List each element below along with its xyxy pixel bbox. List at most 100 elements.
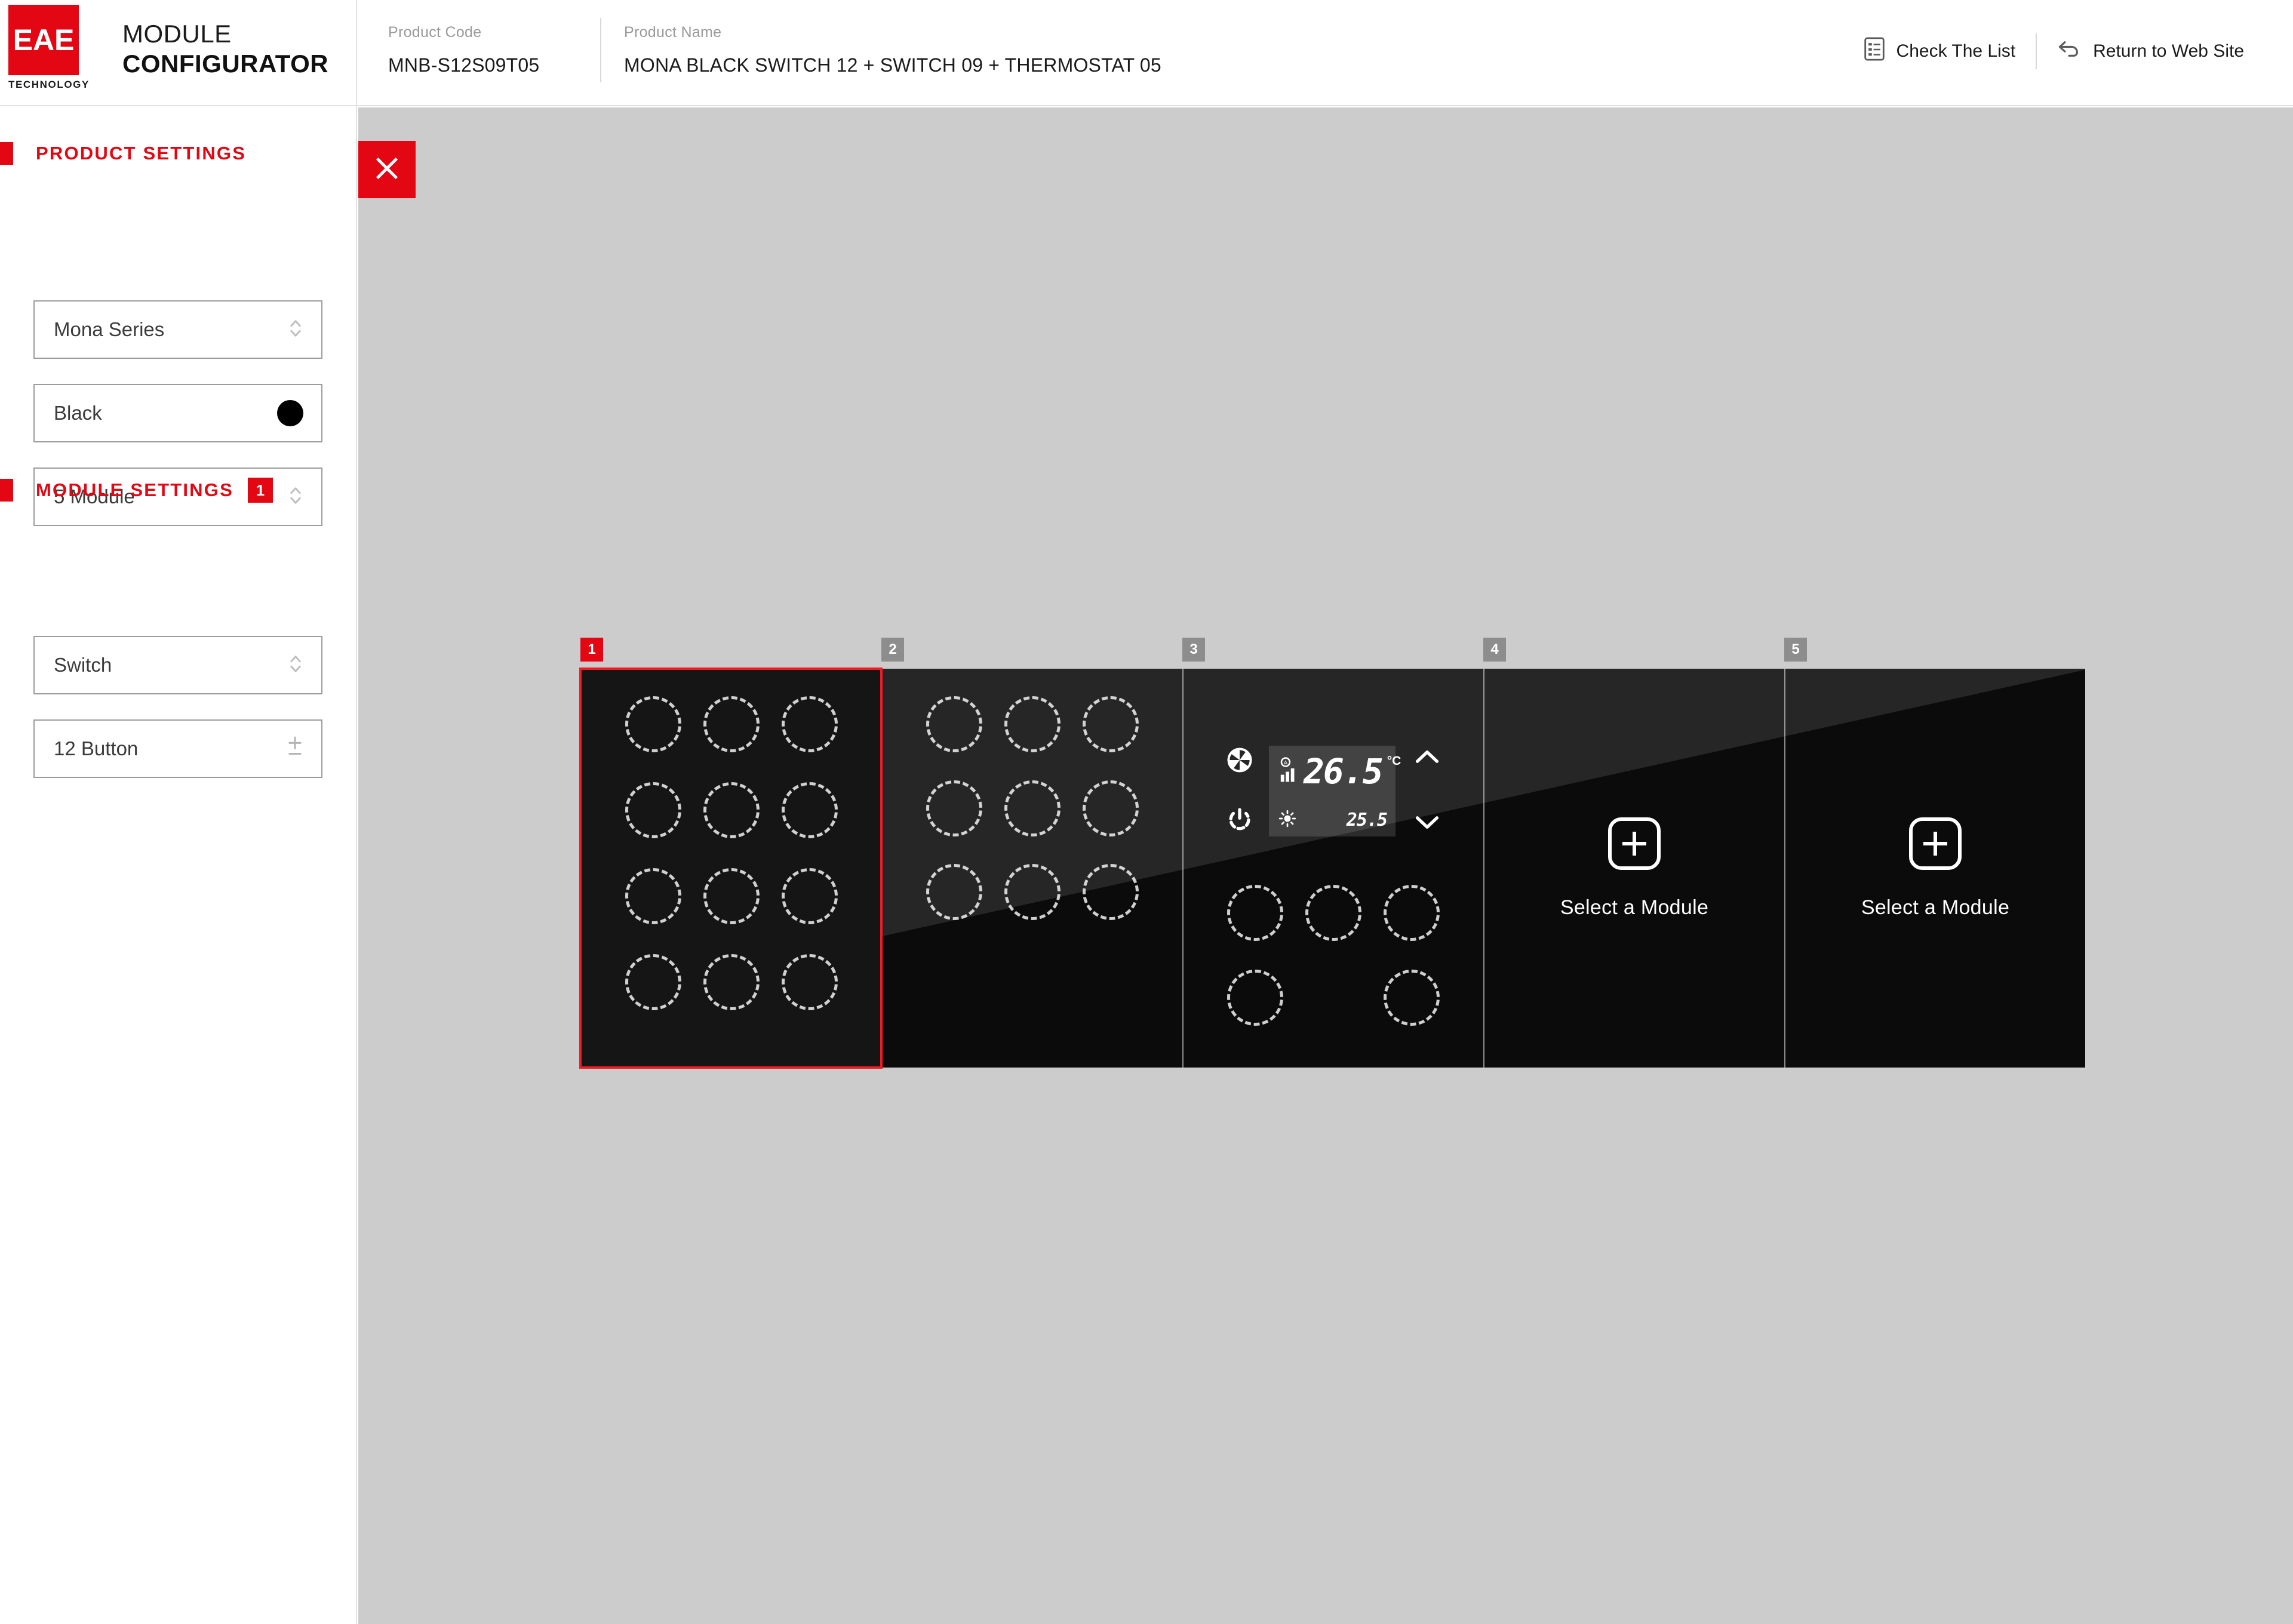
product-code-group: Product Code MNB-S12S09T05 xyxy=(388,24,539,76)
switch-button-grid-12 xyxy=(582,669,881,1068)
switch-button[interactable] xyxy=(782,954,838,1010)
switch-button[interactable] xyxy=(703,782,760,838)
switch-button[interactable] xyxy=(1083,780,1139,836)
module-badge-4[interactable]: 4 xyxy=(1483,638,1506,662)
switch-button[interactable] xyxy=(1083,696,1139,752)
product-series-value: Mona Series xyxy=(54,318,165,340)
switch-button[interactable] xyxy=(926,864,982,921)
switch-button[interactable] xyxy=(926,780,982,836)
switch-button[interactable] xyxy=(1227,885,1283,941)
switch-button[interactable] xyxy=(703,696,760,752)
module-settings-title: MODULE SETTINGS xyxy=(36,479,233,500)
plus-minus-stepper-icon xyxy=(287,734,303,764)
lcd-setpoint-row: 25.5 xyxy=(1278,810,1388,831)
check-the-list-button[interactable]: Check The List xyxy=(1844,35,2036,68)
switch-button[interactable] xyxy=(782,782,838,838)
module-panel-4[interactable]: Select a Module xyxy=(1483,669,1784,1068)
thermostat-current-temp: 26.5 xyxy=(1304,751,1384,792)
brand-logo: EAE TECHNOLOGY xyxy=(0,0,90,105)
product-settings-header: PRODUCT SETTINGS xyxy=(0,142,246,165)
switch-button-grid-9 xyxy=(883,669,1182,1068)
module-panel-5[interactable]: Select a Module xyxy=(1784,669,2085,1068)
switch-button[interactable] xyxy=(1004,696,1061,752)
switch-button[interactable] xyxy=(625,868,681,924)
module-panel-2[interactable] xyxy=(881,669,1182,1068)
switch-button[interactable] xyxy=(1004,780,1061,836)
plus-icon xyxy=(1608,817,1661,870)
product-code-label: Product Code xyxy=(388,24,482,41)
product-series-select[interactable]: Mona Series xyxy=(33,300,322,359)
module-badge-3[interactable]: 3 xyxy=(1182,638,1205,662)
select-module-placeholder-4[interactable]: Select a Module xyxy=(1484,669,1784,1068)
switch-button[interactable] xyxy=(1227,970,1283,1026)
switch-button[interactable] xyxy=(1305,885,1361,941)
header-actions: Check The List Return to Web Site xyxy=(1844,33,2264,69)
module-column-4: 4 Select a Module xyxy=(1483,638,1784,1068)
undo-arrow-icon xyxy=(2057,39,2081,64)
module-type-value: Switch xyxy=(54,654,112,676)
auto-fan-speed-icon: A xyxy=(1278,757,1299,786)
switch-button[interactable] xyxy=(703,868,760,924)
return-to-website-label: Return to Web Site xyxy=(2093,41,2244,61)
sun-icon xyxy=(1278,810,1296,831)
product-color-value: Black xyxy=(54,402,102,424)
module-column-1: 1 xyxy=(579,638,883,1069)
page-title-line1: MODULE xyxy=(122,20,232,48)
module-settings-header: MODULE SETTINGS 1 xyxy=(0,478,273,503)
settings-sidebar: PRODUCT SETTINGS Mona Series Black 5 Mod… xyxy=(0,106,357,1624)
thermostat-adjust-buttons xyxy=(1413,746,1441,836)
logo-text: EAE xyxy=(13,23,75,57)
select-module-label: Select a Module xyxy=(1560,896,1709,919)
eae-logo-mark: EAE xyxy=(8,5,79,75)
close-button[interactable] xyxy=(358,141,416,198)
module-panel-3[interactable]: A 26.5 °C 25.5 xyxy=(1182,669,1483,1068)
switch-button[interactable] xyxy=(1384,970,1440,1026)
logo-subtitle: TECHNOLOGY xyxy=(8,79,90,90)
product-name-group: Product Name MONA BLACK SWITCH 12 + SWIT… xyxy=(624,24,1161,76)
svg-text:A: A xyxy=(1284,760,1288,767)
preview-canvas: 1 2 3 A 26.5 °C 25.5 4 Select a Module 5… xyxy=(358,107,2293,1624)
switch-button[interactable] xyxy=(625,954,681,1010)
module-badge-1[interactable]: 1 xyxy=(580,638,603,662)
module-badge-2[interactable]: 2 xyxy=(881,638,904,662)
lcd-current-row: A 26.5 °C xyxy=(1278,751,1401,792)
product-name-value: MONA BLACK SWITCH 12 + SWITCH 09 + THERM… xyxy=(624,54,1161,76)
switch-button[interactable] xyxy=(625,782,681,838)
thermostat-set-temp: 25.5 xyxy=(1346,810,1388,831)
select-module-placeholder-5[interactable]: Select a Module xyxy=(1785,669,2085,1068)
switch-button-placeholder xyxy=(1305,970,1361,1026)
chevron-up-icon[interactable] xyxy=(1413,746,1441,770)
fan-icon[interactable] xyxy=(1226,746,1253,777)
module-button-count-value: 12 Button xyxy=(54,737,139,759)
thermostat-side-icons xyxy=(1226,746,1253,836)
color-swatch xyxy=(277,400,303,426)
module-settings-badge: 1 xyxy=(247,478,273,503)
product-color-select[interactable]: Black xyxy=(33,384,322,442)
product-settings-title: PRODUCT SETTINGS xyxy=(36,143,247,164)
switch-button[interactable] xyxy=(1004,864,1061,921)
section-bullet-icon xyxy=(0,142,13,165)
switch-button[interactable] xyxy=(782,868,838,924)
section-bullet-icon xyxy=(0,479,13,502)
thermostat-button-grid-5 xyxy=(1184,871,1483,1068)
product-code-value: MNB-S12S09T05 xyxy=(388,54,540,76)
switch-button[interactable] xyxy=(703,954,760,1010)
module-button-count-stepper[interactable]: 12 Button xyxy=(33,719,322,778)
switch-button[interactable] xyxy=(1384,885,1440,941)
switch-button[interactable] xyxy=(1083,864,1139,921)
module-panel-1[interactable] xyxy=(579,668,883,1069)
switch-button[interactable] xyxy=(625,696,681,752)
page-title: MODULE CONFIGURATOR xyxy=(122,19,328,78)
module-type-select[interactable]: Switch xyxy=(33,636,322,694)
return-to-website-button[interactable]: Return to Web Site xyxy=(2037,36,2264,66)
chevron-down-icon[interactable] xyxy=(1413,813,1441,836)
page-title-line2: CONFIGURATOR xyxy=(122,49,329,78)
plus-icon xyxy=(1909,817,1962,870)
module-badge-5[interactable]: 5 xyxy=(1784,638,1807,662)
product-name-label: Product Name xyxy=(624,24,722,41)
close-x-icon xyxy=(372,153,402,186)
switch-button[interactable] xyxy=(926,696,982,752)
switch-button[interactable] xyxy=(782,696,838,752)
header-divider xyxy=(356,0,357,105)
power-icon[interactable] xyxy=(1226,805,1253,836)
